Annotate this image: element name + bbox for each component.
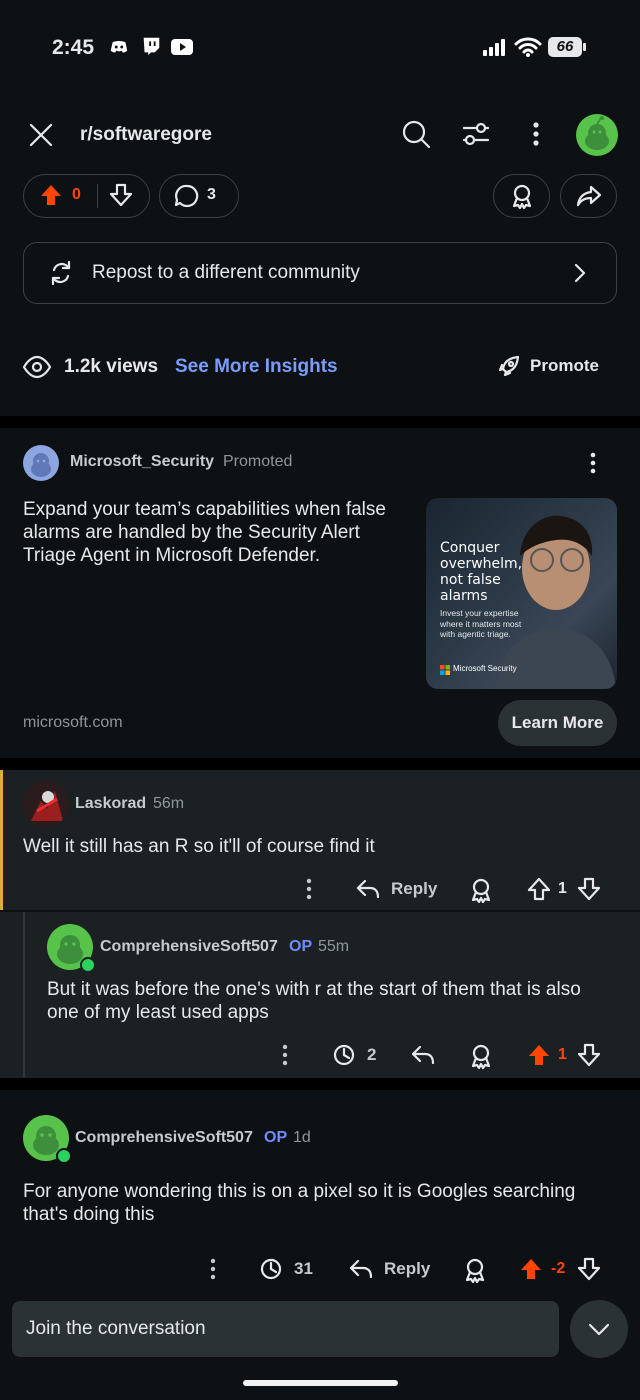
filter-icon[interactable]: [460, 118, 492, 150]
repost-label: Repost to a different community: [92, 262, 360, 283]
online-indicator: [80, 957, 96, 973]
post-comment-count: 3: [207, 186, 216, 203]
reply-button[interactable]: Reply: [348, 1256, 430, 1282]
ad-more-icon[interactable]: [584, 450, 602, 476]
upvote-icon[interactable]: [526, 1042, 552, 1068]
comment-body: But it was before the one's with r at th…: [47, 979, 581, 1023]
discord-icon: [108, 36, 130, 58]
ad-image[interactable]: Conquer overwhelm, not false alarms Inve…: [426, 498, 617, 689]
ad-image-sub: Invest your expertise where it matters m…: [440, 608, 522, 639]
reply-label: Reply: [384, 1259, 431, 1278]
award-icon[interactable]: [467, 876, 495, 904]
comment-more-icon[interactable]: [276, 1042, 294, 1068]
chevron-right-icon: [570, 262, 590, 284]
share-icon: [575, 182, 603, 210]
see-more-insights-link[interactable]: See More Insights: [175, 356, 338, 378]
comment-author[interactable]: Laskorad: [75, 795, 146, 813]
section-divider: [0, 416, 640, 428]
award-icon[interactable]: [467, 1042, 495, 1070]
ad-author[interactable]: Microsoft_Security: [70, 453, 214, 471]
award-count-button[interactable]: 2: [331, 1042, 376, 1068]
award-count-button[interactable]: 31: [258, 1256, 313, 1282]
reply-icon: [356, 879, 380, 899]
ad-avatar[interactable]: [23, 445, 59, 481]
downvote-icon[interactable]: [108, 182, 134, 208]
award-icon[interactable]: [461, 1256, 489, 1284]
upvote-icon[interactable]: [526, 876, 552, 902]
section-divider: [0, 1078, 640, 1090]
thread-line: [23, 912, 25, 1078]
battery-icon: 66: [548, 37, 582, 57]
ad-image-brand: Microsoft Security: [453, 664, 517, 673]
status-time: 2:45: [52, 36, 95, 59]
reply-button[interactable]: Reply: [355, 876, 437, 902]
comment-author[interactable]: ComprehensiveSoft507: [100, 938, 278, 956]
reply-icon: [349, 1259, 373, 1279]
rocket-icon: [497, 354, 521, 378]
close-icon[interactable]: [26, 120, 56, 150]
eye-icon: [22, 352, 52, 382]
post-vote-count: 0: [72, 186, 81, 203]
promoted-tag: Promoted: [223, 453, 293, 470]
avatar[interactable]: [23, 781, 69, 827]
reply-label: Reply: [391, 879, 438, 898]
vote-count: 1: [558, 1046, 567, 1063]
promote-button[interactable]: Promote: [530, 356, 599, 376]
ad-body: Expand your team’s capabilities when fal…: [23, 499, 386, 566]
award-count: 31: [294, 1259, 313, 1278]
scroll-down-button[interactable]: [570, 1300, 628, 1358]
comment-body: Well it still has an R so it'll of cours…: [23, 836, 375, 857]
downvote-icon[interactable]: [576, 1042, 602, 1068]
user-avatar[interactable]: [576, 114, 618, 156]
vote-divider: [97, 184, 98, 208]
comment-body: For anyone wondering this is on a pixel …: [23, 1181, 576, 1225]
award-count: 2: [367, 1045, 377, 1064]
downvote-icon[interactable]: [576, 1256, 602, 1282]
wifi-icon: [514, 36, 542, 58]
comment-icon: [174, 183, 200, 209]
repost-icon: [46, 258, 76, 288]
awards-icon: [333, 1044, 355, 1066]
downvote-icon[interactable]: [576, 876, 602, 902]
online-indicator: [56, 1148, 72, 1164]
comment-more-icon[interactable]: [204, 1256, 222, 1282]
comment-time: 56m: [153, 795, 185, 812]
home-indicator[interactable]: [243, 1380, 398, 1386]
reply-icon[interactable]: [410, 1042, 436, 1068]
signal-icon: [482, 38, 508, 56]
comment-time: 55m: [318, 938, 350, 955]
ad-domain[interactable]: microsoft.com: [23, 714, 123, 732]
chevron-down-icon: [588, 1323, 610, 1336]
comment-author[interactable]: ComprehensiveSoft507: [75, 1129, 253, 1147]
twitch-icon: [140, 35, 162, 57]
microsoft-logo-icon: [440, 665, 450, 675]
subreddit-title[interactable]: r/softwaregore: [80, 124, 212, 146]
op-badge: OP: [264, 1129, 288, 1146]
battery-tip: [583, 43, 586, 51]
vote-count: -2: [551, 1260, 566, 1277]
upvote-icon[interactable]: [518, 1256, 544, 1282]
upvote-icon[interactable]: [38, 182, 64, 208]
youtube-icon: [170, 37, 194, 57]
award-icon: [508, 182, 536, 210]
ad-image-headline: Conquer overwhelm, not false alarms: [440, 540, 523, 604]
comment-more-icon[interactable]: [300, 876, 318, 902]
section-divider: [0, 758, 640, 770]
more-options-icon[interactable]: [526, 118, 546, 150]
views-count: 1.2k views: [64, 356, 159, 377]
op-badge: OP: [289, 938, 313, 955]
vote-count: 1: [558, 880, 567, 897]
join-conversation-input[interactable]: Join the conversation: [12, 1301, 559, 1357]
learn-more-button[interactable]: Learn More: [498, 700, 617, 746]
comment-time: 1d: [293, 1129, 311, 1146]
battery-level: 66: [556, 38, 574, 55]
highlight-bar: [0, 770, 3, 910]
search-icon[interactable]: [400, 118, 432, 150]
awards-icon: [260, 1258, 282, 1280]
